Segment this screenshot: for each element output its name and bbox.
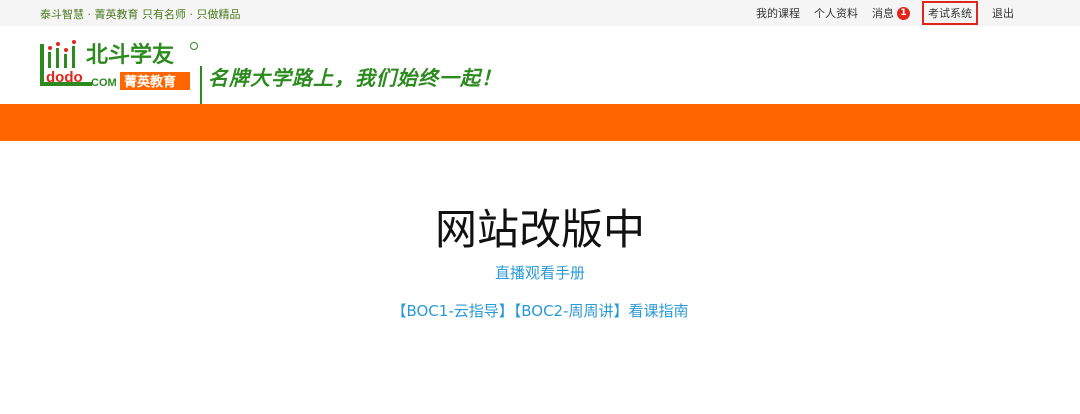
nav-my-courses[interactable]: 我的课程 [756, 5, 800, 21]
course-guide-links: 【BOC1-云指导】【BOC2-周周讲】看课指南 [0, 300, 1080, 321]
brand-logo[interactable]: dodo 北斗学友 .COM 菁英教育 [38, 38, 198, 92]
guide-suffix-link[interactable]: 看课指南 [629, 302, 689, 320]
page-title: 网站改版中 [434, 205, 645, 254]
orange-nav-band [0, 104, 1080, 141]
nav-messages-label: 消息 [872, 7, 894, 20]
logo-sub-text: 菁英教育 [124, 74, 176, 90]
nav-profile[interactable]: 个人资料 [814, 5, 858, 21]
logo-main-text: 北斗学友 [86, 42, 174, 68]
message-count-badge: 1 [897, 6, 910, 20]
site-header: dodo 北斗学友 .COM 菁英教育 名牌大学路上，我们始终一起！ [0, 26, 1080, 112]
logo-dodo-text: dodo [46, 69, 83, 86]
nav-logout[interactable]: 退出 [992, 5, 1014, 21]
nav-messages[interactable]: 消息 1 [872, 5, 910, 21]
boc2-link[interactable]: 【BOC2-周周讲】 [514, 302, 629, 320]
boc1-link[interactable]: 【BOC1-云指导】 [391, 302, 513, 320]
brand-tagline: 名牌大学路上，我们始终一起！ [208, 66, 502, 90]
logo-com-text: .COM [88, 77, 117, 89]
live-guide-link[interactable]: 直播观看手册 [0, 262, 1080, 283]
top-utility-bar: 泰斗智慧 · 菁英教育 只有名师 · 只做精品 我的课程 个人资料 消息 1 考… [0, 0, 1080, 26]
user-nav: 我的课程 个人资料 消息 1 考试系统 退出 [742, 0, 1014, 26]
nav-exam-system[interactable]: 考试系统 [922, 1, 978, 25]
site-slogan: 泰斗智慧 · 菁英教育 只有名师 · 只做精品 [40, 8, 241, 21]
